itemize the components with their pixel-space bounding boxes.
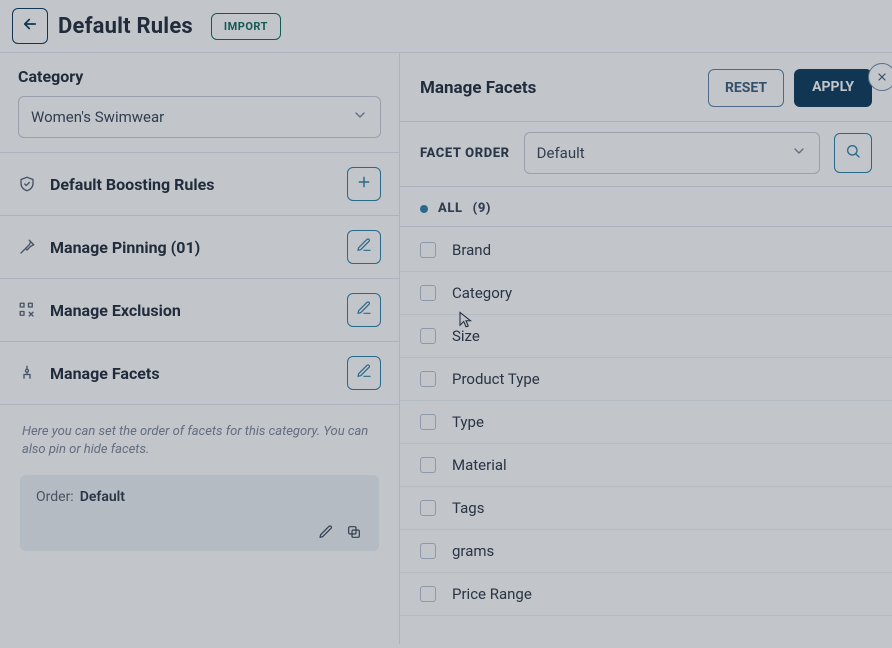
bullet-icon [420, 205, 428, 213]
checkbox[interactable] [420, 543, 436, 559]
search-icon [845, 143, 861, 163]
facet-label: Type [452, 413, 484, 431]
row-left: Default Boosting Rules [18, 175, 214, 194]
facet-label: Brand [452, 241, 491, 259]
facet-search-button[interactable] [834, 133, 872, 173]
facet-list: Brand Category Size Product Type Type Materia… [400, 227, 892, 644]
facets-hint: Here you can set the order of facets for… [18, 411, 381, 475]
facet-item[interactable]: grams [400, 530, 892, 573]
facet-item[interactable]: Material [400, 444, 892, 487]
checkbox[interactable] [420, 414, 436, 430]
facet-item[interactable]: Product Type [400, 358, 892, 401]
close-icon [876, 68, 888, 87]
plus-icon [356, 174, 372, 194]
order-line: Order: Default [36, 489, 363, 505]
add-boost-button[interactable] [347, 167, 381, 201]
facet-label: Material [452, 456, 507, 474]
chevron-down-icon [352, 107, 368, 127]
app-root: Default Rules IMPORT Category Women's Sw… [0, 0, 892, 648]
edit-exclusion-button[interactable] [347, 293, 381, 327]
facet-label: Category [452, 284, 512, 302]
apply-button[interactable]: APPLY [794, 69, 872, 107]
edit-icon [356, 300, 372, 320]
order-actions [36, 523, 363, 541]
checkbox[interactable] [420, 457, 436, 473]
category-section: Category Women's Swimwear [0, 53, 399, 152]
import-button[interactable]: IMPORT [211, 13, 281, 40]
facet-label: Price Range [452, 585, 532, 603]
facet-item[interactable]: Type [400, 401, 892, 444]
row-exclusion-label: Manage Exclusion [50, 301, 181, 320]
exclusion-icon [18, 301, 36, 319]
row-facets: Manage Facets [0, 341, 399, 404]
page-header: Default Rules IMPORT [0, 0, 892, 52]
edit-facets-button[interactable] [347, 356, 381, 390]
checkbox[interactable] [420, 328, 436, 344]
facet-order-label: FACET ORDER [420, 146, 510, 161]
facet-label: Tags [452, 499, 484, 517]
row-pinning-label: Manage Pinning (01) [50, 238, 200, 257]
facet-item[interactable]: Brand [400, 229, 892, 272]
panel-header: Manage Facets RESET APPLY [400, 53, 892, 121]
order-card: Order: Default [20, 475, 379, 551]
checkbox[interactable] [420, 285, 436, 301]
facet-item[interactable]: Tags [400, 487, 892, 530]
order-value: Default [80, 489, 125, 505]
checkbox[interactable] [420, 586, 436, 602]
row-exclusion: Manage Exclusion [0, 278, 399, 341]
pin-icon [18, 238, 36, 256]
content-area: Category Women's Swimwear Default Boosti… [0, 52, 892, 644]
chevron-down-icon [791, 143, 807, 163]
facet-label: grams [452, 542, 494, 560]
edit-order-button[interactable] [317, 523, 335, 541]
edit-pinning-button[interactable] [347, 230, 381, 264]
edit-icon [356, 237, 372, 257]
order-label: Order: [36, 489, 74, 505]
page-title: Default Rules [58, 14, 193, 39]
arrow-left-icon [21, 15, 39, 37]
all-filter-row[interactable]: ALL (9) [400, 187, 892, 227]
close-panel-button[interactable] [868, 63, 892, 91]
category-selected-value: Women's Swimwear [31, 108, 164, 126]
facet-label: Size [452, 327, 480, 345]
shield-icon [18, 175, 36, 193]
row-boosting-label: Default Boosting Rules [50, 175, 214, 194]
copy-order-button[interactable] [345, 523, 363, 541]
edit-icon [356, 363, 372, 383]
facet-label: Product Type [452, 370, 540, 388]
row-pinning: Manage Pinning (01) [0, 215, 399, 278]
facet-item[interactable]: Size [400, 315, 892, 358]
all-count: (9) [473, 201, 491, 216]
back-button[interactable] [12, 8, 48, 44]
category-heading: Category [18, 67, 381, 86]
all-label: ALL [438, 201, 463, 216]
checkbox[interactable] [420, 242, 436, 258]
facet-item[interactable]: Price Range [400, 573, 892, 616]
facets-summary: Here you can set the order of facets for… [0, 404, 399, 565]
panel-title: Manage Facets [420, 78, 536, 98]
facets-icon [18, 364, 36, 382]
manage-facets-panel: Manage Facets RESET APPLY FACET ORDER De… [400, 53, 892, 644]
left-column: Category Women's Swimwear Default Boosti… [0, 53, 400, 644]
facet-order-value: Default [537, 144, 585, 162]
reset-button[interactable]: RESET [708, 69, 784, 107]
facet-item[interactable]: Category [400, 272, 892, 315]
facet-order-row: FACET ORDER Default [400, 121, 892, 187]
row-facets-label: Manage Facets [50, 364, 160, 383]
checkbox[interactable] [420, 500, 436, 516]
facet-order-select[interactable]: Default [524, 132, 820, 174]
category-select[interactable]: Women's Swimwear [18, 96, 381, 138]
row-boosting: Default Boosting Rules [0, 152, 399, 215]
panel-buttons: RESET APPLY [708, 69, 872, 107]
checkbox[interactable] [420, 371, 436, 387]
